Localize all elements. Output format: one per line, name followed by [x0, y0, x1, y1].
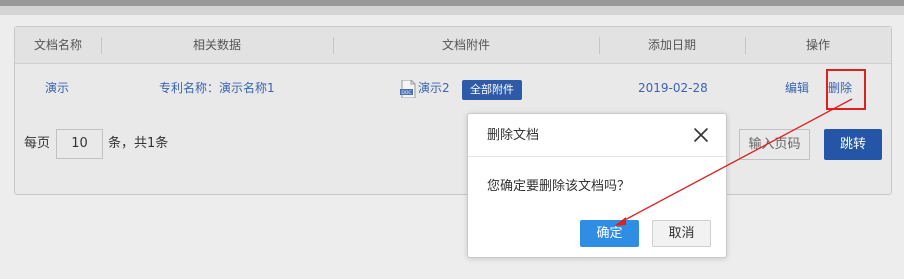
- annotation-highlight-box: [826, 69, 866, 110]
- close-icon[interactable]: [692, 126, 710, 144]
- table-header: 文档名称 相关数据 文档附件 添加日期 操作: [15, 27, 891, 64]
- related-data-link[interactable]: 专利名称：演示名称1: [159, 79, 275, 97]
- header-related-data: 相关数据: [192, 38, 241, 52]
- per-page-label: 每页: [24, 136, 51, 151]
- top-bar-shadow: [0, 6, 904, 15]
- table-row: 演示 专利名称：演示名称1 DOC 演示2 全部附件 2019-02-28 编辑…: [15, 64, 891, 112]
- jump-button[interactable]: 跳转: [824, 129, 882, 160]
- dialog-header: 删除文档: [468, 114, 726, 157]
- header-actions: 操作: [805, 38, 830, 52]
- cancel-button[interactable]: 取消: [652, 220, 711, 247]
- header-date: 添加日期: [647, 38, 696, 52]
- delete-confirm-dialog: 删除文档 您确定要删除该文档吗？ 确定 取消: [467, 113, 727, 258]
- all-attachments-button[interactable]: 全部附件: [462, 80, 522, 100]
- header-doc-name: 文档名称: [33, 38, 82, 52]
- dialog-title: 删除文档: [487, 128, 540, 143]
- date-value: 2019-02-28: [638, 81, 708, 95]
- svg-text:DOC: DOC: [401, 90, 411, 96]
- attachment-link[interactable]: 演示2: [418, 79, 450, 97]
- record-count-label: 条，共1条: [108, 136, 169, 151]
- confirm-button[interactable]: 确定: [580, 220, 639, 247]
- dialog-message: 您确定要删除该文档吗？: [487, 179, 631, 194]
- doc-file-icon: DOC: [400, 79, 416, 99]
- screen: 文档名称 相关数据 文档附件 添加日期 操作 演示 专利名称：演示名称1 DOC…: [0, 0, 904, 279]
- per-page-input[interactable]: 10: [56, 129, 103, 159]
- header-attachment: 文档附件: [441, 38, 490, 52]
- page-number-input[interactable]: 输入页码: [739, 129, 810, 160]
- doc-name-link[interactable]: 演示: [45, 79, 69, 97]
- documents-panel: 文档名称 相关数据 文档附件 添加日期 操作 演示 专利名称：演示名称1 DOC…: [14, 26, 892, 195]
- edit-link[interactable]: 编辑: [785, 79, 809, 97]
